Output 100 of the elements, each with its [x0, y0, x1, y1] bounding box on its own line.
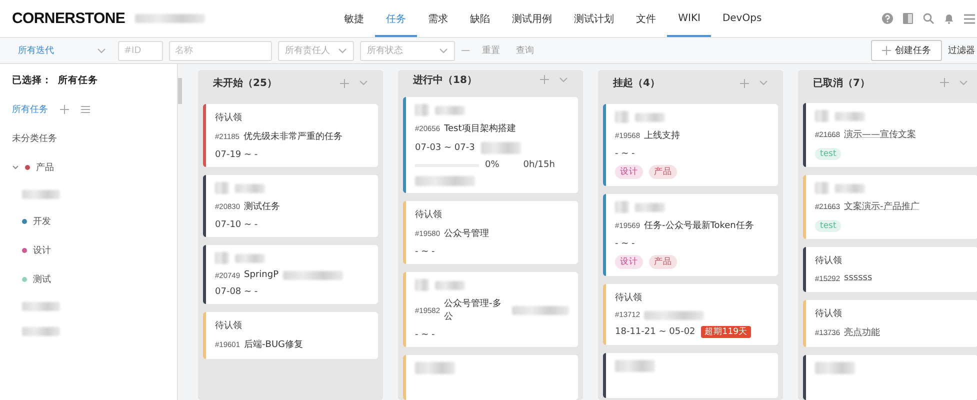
nav-tab[interactable]: 敏捷 [333, 0, 376, 37]
overdue-badge: 超期119天 [701, 326, 751, 338]
category-item[interactable]: 设计 [33, 244, 51, 257]
nav-tab[interactable]: 任务 [375, 0, 418, 37]
name-field[interactable]: 名称 [169, 40, 272, 60]
tag: test [815, 148, 842, 160]
blurred-label [480, 142, 521, 154]
blurred-item [22, 190, 60, 199]
category-item[interactable]: 产品 [36, 161, 54, 174]
nav-tab[interactable]: 测试计划 [563, 0, 626, 37]
assignee-label: 待认领 [815, 254, 843, 267]
plus-icon[interactable] [60, 105, 69, 114]
caret-icon[interactable] [959, 80, 968, 86]
avatar [415, 279, 429, 291]
plus-icon[interactable] [940, 78, 949, 87]
search-icon[interactable] [923, 13, 934, 24]
hours-text: 0h/15h [523, 160, 555, 170]
selected-label: 已选择： [12, 74, 52, 87]
selected-value: 所有任务 [58, 74, 98, 87]
plus-icon[interactable] [882, 46, 891, 55]
chevron-icon[interactable] [12, 165, 19, 170]
nav-tab[interactable]: 需求 [417, 0, 460, 37]
blurred-title [282, 271, 343, 280]
brand-logo[interactable]: CORNERSTONE [12, 10, 126, 27]
column-title: 进行中（18） [413, 74, 477, 86]
caret-icon[interactable] [97, 48, 106, 54]
assignee-label: 待认领 [215, 320, 243, 332]
blurred-item [22, 327, 60, 336]
plus-icon[interactable] [340, 78, 349, 88]
assignee-label: 待认领 [215, 112, 243, 124]
blurred-name [235, 184, 265, 192]
all-tasks-link[interactable]: 所有任务 [12, 103, 48, 116]
column-title: 挂起（4） [613, 76, 660, 90]
date-range: - ~ - [415, 247, 435, 257]
avatar [615, 360, 655, 372]
task-card[interactable] [603, 353, 778, 398]
tag: 产品 [649, 255, 677, 269]
blurred-item [22, 302, 60, 311]
column-title: 已取消（7） [813, 76, 870, 90]
blurred-label [415, 176, 475, 186]
create-task-button[interactable]: 创建任务 [871, 40, 942, 61]
blurred-title [644, 310, 704, 320]
avatar [415, 362, 455, 374]
nav-tab[interactable]: WIKI [667, 0, 712, 37]
avatar [215, 252, 229, 264]
separator: — [461, 46, 470, 56]
avatar [815, 182, 829, 194]
date-range: - ~ - [415, 330, 435, 340]
date-range: 07-10 ~ - [215, 220, 258, 230]
date-range: - ~ - [615, 149, 635, 159]
column-title: 未开始（25） [213, 76, 277, 90]
menu-icon[interactable] [964, 14, 975, 24]
list-icon[interactable] [81, 106, 90, 113]
caret-icon[interactable] [359, 80, 368, 86]
nav-tab[interactable]: 测试用例 [501, 0, 564, 37]
tag: test [815, 220, 842, 232]
avatar [815, 110, 829, 122]
help-icon[interactable] [882, 13, 893, 24]
blurred-name [835, 112, 865, 120]
blurred-name [635, 202, 665, 212]
blurred-name [835, 184, 865, 192]
blurred-name [435, 106, 465, 114]
blurred-project [135, 14, 206, 23]
caret-icon[interactable] [439, 48, 448, 54]
assignee-label: 待认领 [815, 308, 843, 320]
tag: 产品 [649, 165, 677, 179]
date-range: 18-11-21 ~ 05-02 [615, 327, 696, 337]
uncategorized-item[interactable]: 未分类任务 [12, 132, 165, 145]
tag: 设计 [615, 255, 643, 269]
scrollbar-thumb[interactable] [178, 78, 182, 104]
assignee-label: 待认领 [415, 208, 443, 221]
caret-icon[interactable] [338, 48, 347, 54]
date-range: - ~ - [615, 239, 635, 249]
plus-icon[interactable] [540, 75, 549, 84]
nav-tab[interactable]: 缺陷 [459, 0, 502, 37]
date-range: 07-19 ~ - [215, 150, 258, 160]
category-item[interactable]: 测试 [33, 273, 51, 286]
bell-icon[interactable] [944, 13, 954, 24]
progress-percent: 0% [485, 160, 500, 170]
category-item[interactable]: 开发 [33, 215, 51, 228]
caret-icon[interactable] [759, 80, 768, 86]
avatar [815, 362, 855, 374]
avatar [415, 104, 429, 116]
tag: 设计 [615, 165, 643, 179]
avatar [615, 111, 629, 123]
assignee-label: 待认领 [615, 292, 643, 304]
blurred-name [635, 112, 665, 122]
caret-icon[interactable] [559, 76, 568, 82]
filter-link[interactable]: 过滤器 [948, 44, 975, 57]
date-range: 07-03 ~ 07-3 [415, 143, 475, 153]
nav-tab[interactable]: DevOps [711, 0, 773, 37]
blurred-name [235, 254, 265, 262]
avatar [215, 182, 229, 194]
book-icon[interactable] [903, 13, 913, 24]
nav-tab[interactable]: 文件 [625, 0, 668, 37]
plus-icon[interactable] [740, 78, 749, 88]
date-range: 07-08 ~ - [215, 287, 258, 297]
blurred-title [512, 306, 569, 315]
id-field[interactable]: #ID [118, 40, 163, 60]
task-card[interactable] [803, 355, 977, 400]
